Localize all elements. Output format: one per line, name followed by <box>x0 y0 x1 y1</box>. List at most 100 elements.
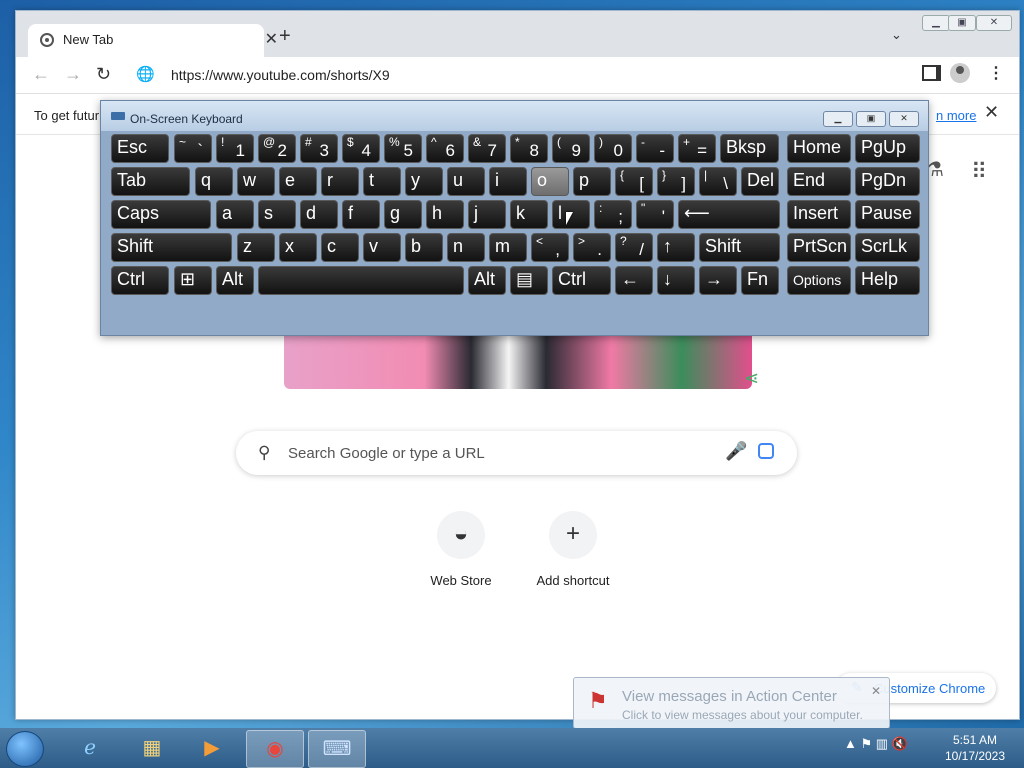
key-j[interactable]: j <box>468 200 506 229</box>
key-symbol[interactable]: + = <box>678 134 716 163</box>
key-options[interactable]: Options <box>787 266 851 295</box>
system-clock[interactable]: 5:51 AM 10/17/2023 <box>940 732 1010 764</box>
key-esc[interactable]: Esc <box>111 134 169 163</box>
key-prtscn[interactable]: PrtScn <box>787 233 851 262</box>
key-space[interactable] <box>258 266 464 295</box>
key-symbol[interactable]: ↓ <box>657 266 695 295</box>
tab-search-chevron-icon[interactable]: ⌄ <box>891 27 902 43</box>
new-tab-button[interactable]: + <box>279 25 291 48</box>
voice-search-icon[interactable]: 🎤 <box>725 441 747 462</box>
forward-icon[interactable]: → <box>64 64 82 85</box>
key-n[interactable]: n <box>447 233 485 262</box>
menu-kebab-icon[interactable]: ⋮ <box>988 63 1004 83</box>
key-alt[interactable]: Alt <box>468 266 506 295</box>
key-symbol[interactable]: " ' <box>636 200 674 229</box>
shortcut-web-store[interactable]: ◒ Web Store <box>421 511 501 588</box>
key-pgdn[interactable]: PgDn <box>855 167 920 196</box>
key-d[interactable]: d <box>300 200 338 229</box>
key-bksp[interactable]: Bksp <box>720 134 779 163</box>
osk-close-button[interactable]: ✕ <box>889 111 919 127</box>
google-search-box[interactable]: ⚲ Search Google or type a URL 🎤 <box>236 431 797 475</box>
key-ctrl[interactable]: Ctrl <box>552 266 611 295</box>
key-i[interactable]: i <box>489 167 527 196</box>
tab-new-tab[interactable]: New Tab ✕ <box>28 24 278 57</box>
side-panel-icon[interactable] <box>922 65 941 81</box>
key-symbol[interactable]: ▤ <box>510 266 548 295</box>
google-doodle-image[interactable] <box>284 333 752 389</box>
key-e[interactable]: e <box>279 167 317 196</box>
key-symbol[interactable]: → <box>699 266 737 295</box>
key-symbol[interactable]: {[ <box>615 167 653 196</box>
key-a[interactable]: a <box>216 200 254 229</box>
key-s[interactable]: s <box>258 200 296 229</box>
start-button[interactable] <box>6 731 44 767</box>
key-z[interactable]: z <box>237 233 275 262</box>
internet-explorer-icon[interactable]: ℯ <box>62 730 118 766</box>
key-b[interactable]: b <box>405 233 443 262</box>
key-symbol[interactable]: ↑ <box>657 233 695 262</box>
key-2[interactable]: @2 <box>258 134 296 163</box>
key-3[interactable]: #3 <box>300 134 338 163</box>
key-t[interactable]: t <box>363 167 401 196</box>
key-symbol[interactable]: <, <box>531 233 569 262</box>
key-5[interactable]: % 5 <box>384 134 422 163</box>
profile-avatar-icon[interactable] <box>950 63 970 83</box>
key-del[interactable]: Del <box>741 167 779 196</box>
key-g[interactable]: g <box>384 200 422 229</box>
maximize-button[interactable]: ▣ <box>948 15 976 31</box>
google-lens-icon[interactable] <box>758 443 774 459</box>
google-apps-icon[interactable]: ⠿ <box>971 159 987 185</box>
reload-icon[interactable]: ↻ <box>96 64 111 85</box>
media-player-icon[interactable]: ▶ <box>184 730 240 766</box>
key-symbol[interactable]: ? / <box>615 233 653 262</box>
key-0[interactable]: ) 0 <box>594 134 632 163</box>
key-symbol[interactable]: }] <box>657 167 695 196</box>
key-insert[interactable]: Insert <box>787 200 851 229</box>
key-ctrl[interactable]: Ctrl <box>111 266 169 295</box>
key-x[interactable]: x <box>279 233 317 262</box>
key-symbol[interactable]: | \ <box>699 167 737 196</box>
key-shift[interactable]: Shift <box>699 233 780 262</box>
key-k[interactable]: k <box>510 200 548 229</box>
key-tab[interactable]: Tab <box>111 167 190 196</box>
shortcut-add[interactable]: + Add shortcut <box>533 511 613 588</box>
key-fn[interactable]: Fn <box>741 266 779 295</box>
minimize-button[interactable]: ▁ <box>922 15 950 31</box>
key-shift[interactable]: Shift <box>111 233 232 262</box>
site-info-icon[interactable]: 🌐 <box>136 65 155 83</box>
on-screen-keyboard-icon[interactable]: ⌨ <box>308 730 366 768</box>
key-4[interactable]: $4 <box>342 134 380 163</box>
key-p[interactable]: p <box>573 167 611 196</box>
osk-maximize-button[interactable]: ▣ <box>856 111 886 127</box>
chrome-icon[interactable]: ◉ <box>246 730 304 768</box>
key-y[interactable]: y <box>405 167 443 196</box>
key-r[interactable]: r <box>321 167 359 196</box>
key-u[interactable]: u <box>447 167 485 196</box>
key-symbol[interactable]: ~ ` <box>174 134 212 163</box>
tab-close-icon[interactable]: ✕ <box>265 29 278 49</box>
key-symbol[interactable]: :; <box>594 200 632 229</box>
key-w[interactable]: w <box>237 167 275 196</box>
key-o[interactable]: o <box>531 167 569 196</box>
key-symbol[interactable]: ← <box>615 266 653 295</box>
back-icon[interactable]: ← <box>32 64 50 85</box>
osk-titlebar[interactable]: On-Screen Keyboard ▁ ▣ ✕ <box>101 101 928 131</box>
key-end[interactable]: End <box>787 167 851 196</box>
key-scrlk[interactable]: ScrLk <box>855 233 920 262</box>
key-8[interactable]: * 8 <box>510 134 548 163</box>
system-tray-icons[interactable]: ▲ ⚑ ▥ 🔇 <box>844 736 908 752</box>
key-symbol[interactable]: ⊞ <box>174 266 212 295</box>
key-alt[interactable]: Alt <box>216 266 254 295</box>
key-f[interactable]: f <box>342 200 380 229</box>
info-bar-close-icon[interactable]: ✕ <box>984 102 999 123</box>
key-q[interactable]: q <box>195 167 233 196</box>
key-pause[interactable]: Pause <box>855 200 920 229</box>
close-window-button[interactable]: ✕ <box>976 15 1012 31</box>
key-symbol[interactable]: ⟵ <box>678 200 780 229</box>
notification-close-icon[interactable]: ✕ <box>871 684 881 698</box>
address-bar[interactable]: 🌐 https://www.youtube.com/shorts/X9 <box>122 59 914 91</box>
key-6[interactable]: ^ 6 <box>426 134 464 163</box>
key-home[interactable]: Home <box>787 134 851 163</box>
key-help[interactable]: Help <box>855 266 920 295</box>
url-text[interactable]: https://www.youtube.com/shorts/X9 <box>171 67 390 83</box>
